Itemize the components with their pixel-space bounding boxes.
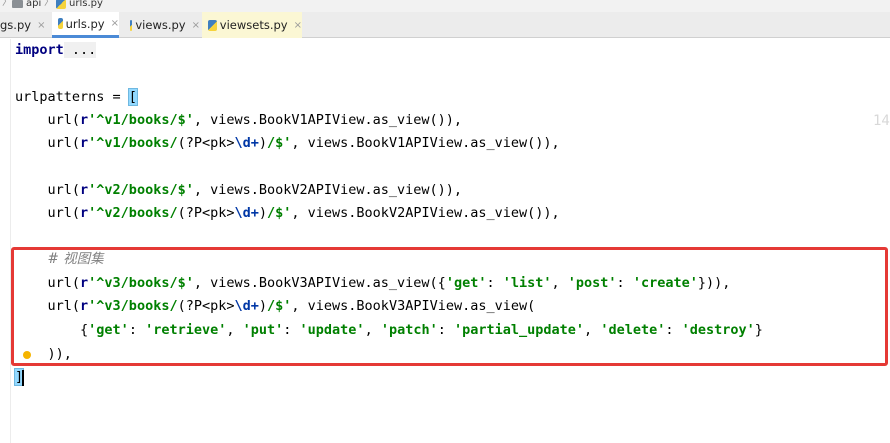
text-caret <box>22 370 24 386</box>
code-text: url( <box>47 205 81 221</box>
tab-label: urls.py <box>65 16 105 31</box>
gutter <box>10 39 11 443</box>
string-literal: /$' <box>267 135 292 151</box>
code-text: url( <box>47 112 81 128</box>
string-literal: '^v1/books/ <box>88 135 178 151</box>
regex-group: (?P<pk> <box>177 135 235 151</box>
string-literal: 'create' <box>632 275 698 291</box>
breadcrumb-label: urls.py <box>69 0 103 9</box>
string-literal: 'partial_update' <box>454 322 585 338</box>
tab-label: views.py <box>135 18 186 32</box>
string-literal: '^v3/books/ <box>88 298 178 314</box>
code-line: # 视图集 <box>15 248 104 271</box>
code-text: url( <box>47 275 81 291</box>
regex-group: ) <box>258 135 268 151</box>
raw-prefix: r <box>80 275 89 291</box>
string-literal: 'post' <box>567 275 617 291</box>
breadcrumb-separator: 〉 <box>44 0 54 8</box>
regex-group: ) <box>258 298 268 314</box>
string-literal: 'destroy' <box>681 322 755 338</box>
python-file-icon <box>130 19 133 31</box>
string-literal: 'list' <box>502 275 552 291</box>
string-literal: 'get' <box>445 275 487 291</box>
string-literal: 'get' <box>88 322 129 338</box>
code-text: , views.BookV3APIView.as_view( <box>291 298 536 314</box>
code-text: urlpatterns = <box>15 89 129 105</box>
tab-label: gs.py <box>0 18 32 32</box>
code-line: url(r'^v1/books/(?P<pk>\d+)/$', views.Bo… <box>15 132 560 155</box>
code-text: , views.BookV2APIView.as_view()), <box>291 205 560 221</box>
code-editor[interactable]: import ... urlpatterns = [ url(r'^v1/boo… <box>0 39 890 443</box>
code-text: , views.BookV3APIView.as_view({ <box>193 275 446 291</box>
code-line: {'get': 'retrieve', 'put': 'update', 'pa… <box>80 322 763 338</box>
string-literal: '^v3/books/$' <box>88 275 194 291</box>
raw-prefix: r <box>80 135 89 151</box>
code-text: url( <box>47 182 81 198</box>
code-text: url( <box>47 298 81 314</box>
raw-prefix: r <box>80 298 89 314</box>
code-line: url(r'^v2/books/(?P<pk>\d+)/$', views.Bo… <box>15 202 560 225</box>
close-icon[interactable]: × <box>294 20 302 31</box>
breadcrumb-item-api[interactable]: api <box>12 0 41 9</box>
string-literal: /$' <box>267 205 292 221</box>
string-literal: '^v2/books/$' <box>88 182 194 198</box>
editor-tab-bar: gs.py × urls.py × views.py × viewsets.py… <box>0 12 890 38</box>
regex-escape: \d+ <box>234 298 259 314</box>
string-literal: 'retrieve' <box>145 322 227 338</box>
code-line: urlpatterns = [ <box>15 86 138 109</box>
breadcrumb-item-urls[interactable]: urls.py <box>56 0 103 9</box>
string-literal: 'update' <box>299 322 365 338</box>
code-line: import ... <box>15 39 97 62</box>
breadcrumb-separator: 〉 <box>2 0 12 8</box>
regex-escape: \d+ <box>234 135 259 151</box>
regex-group: (?P<pk> <box>177 205 235 221</box>
python-file-icon <box>208 19 217 31</box>
folded-imports[interactable]: ... <box>63 42 97 58</box>
code-text: })), <box>697 275 731 291</box>
regex-escape: \d+ <box>234 205 259 221</box>
close-icon[interactable]: × <box>37 20 45 31</box>
tab-label: viewsets.py <box>219 18 288 32</box>
regex-group: (?P<pk> <box>177 298 235 314</box>
keyword: import <box>15 42 64 58</box>
string-literal: '^v1/books/$' <box>88 112 194 128</box>
raw-prefix: r <box>80 205 89 221</box>
code-text: , views.BookV1APIView.as_view()), <box>193 112 463 128</box>
tab-gs-py[interactable]: gs.py × <box>0 12 52 38</box>
python-file-icon <box>58 18 63 29</box>
code-text: , views.BookV2APIView.as_view()), <box>193 182 463 198</box>
intention-bulb-icon[interactable] <box>23 351 31 359</box>
python-file-icon <box>56 0 66 9</box>
close-icon[interactable]: × <box>111 18 119 29</box>
raw-prefix: r <box>80 182 89 198</box>
string-literal: 'delete' <box>600 322 666 338</box>
string-literal: /$' <box>267 298 292 314</box>
string-literal: 'patch' <box>380 322 438 338</box>
code-line: url(r'^v3/books/$', views.BookV3APIView.… <box>47 275 731 291</box>
code-comment: # 视图集 <box>47 251 104 267</box>
tab-viewsets-py[interactable]: viewsets.py × <box>202 12 302 38</box>
regex-group: ) <box>258 205 268 221</box>
code-text: url( <box>47 135 81 151</box>
breadcrumb-label: api <box>26 0 42 9</box>
code-line: url(r'^v1/books/$', views.BookV1APIView.… <box>15 109 463 132</box>
tab-views-py[interactable]: views.py × <box>124 12 200 38</box>
breadcrumb: 〉 api 〉 urls.py <box>0 0 890 12</box>
close-icon[interactable]: × <box>192 20 200 31</box>
matched-bracket: [ <box>127 88 138 106</box>
string-literal: 'put' <box>242 322 284 338</box>
string-literal: '^v2/books/ <box>88 205 178 221</box>
raw-prefix: r <box>80 112 89 128</box>
code-text: , views.BookV1APIView.as_view()), <box>291 135 560 151</box>
line-number-fragment: 14 <box>873 113 890 129</box>
code-line: url(r'^v2/books/$', views.BookV2APIView.… <box>15 179 463 202</box>
tab-urls-py[interactable]: urls.py × <box>52 12 119 38</box>
code-line: url(r'^v3/books/(?P<pk>\d+)/$', views.Bo… <box>15 295 536 318</box>
folder-icon <box>12 0 23 8</box>
